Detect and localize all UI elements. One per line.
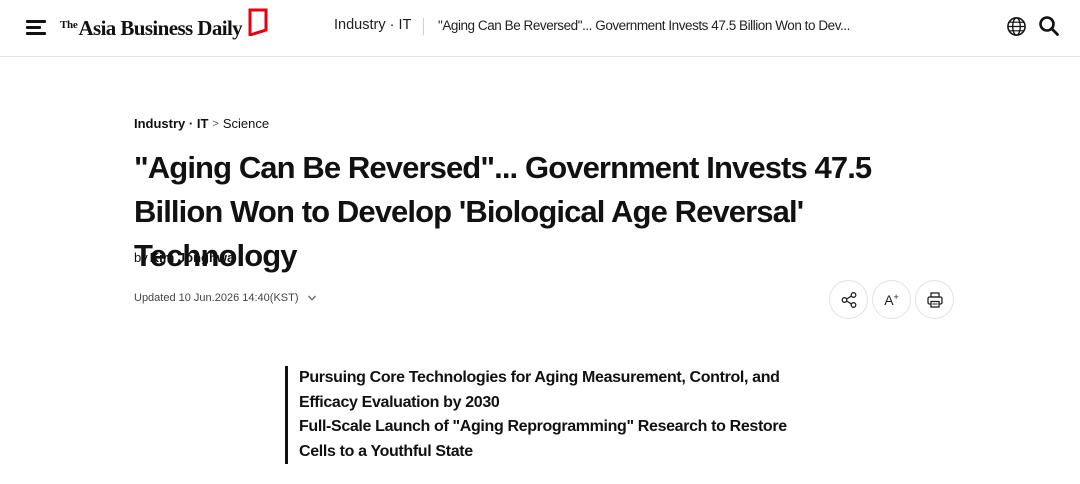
breadcrumb: Industry · IT > Science bbox=[134, 116, 269, 131]
breadcrumb-subcategory[interactable]: Science bbox=[223, 116, 269, 131]
summary-line: Full-Scale Launch of "Aging Reprogrammin… bbox=[299, 418, 787, 460]
font-size-plus: + bbox=[893, 291, 899, 302]
summary-line: Pursuing Core Technologies for Aging Mea… bbox=[299, 369, 780, 411]
nav-article-title: "Aging Can Be Reversed"... Government In… bbox=[438, 18, 850, 33]
print-button[interactable] bbox=[915, 280, 954, 319]
logo-mark-icon bbox=[248, 8, 268, 36]
author-name[interactable]: Kim Jonghwa bbox=[150, 250, 235, 265]
font-size-label: A bbox=[884, 291, 894, 308]
top-header: TheAsia Business Daily Industry · IT "Ag… bbox=[0, 0, 1080, 57]
font-size-button[interactable]: A + bbox=[872, 280, 911, 319]
byline-prefix: by bbox=[134, 250, 148, 265]
hamburger-menu-icon[interactable] bbox=[26, 18, 46, 36]
byline: by Kim Jonghwa bbox=[134, 250, 234, 265]
share-icon bbox=[841, 291, 856, 308]
updated-text: Updated 10 Jun.2026 14:40(KST) bbox=[134, 292, 299, 304]
article-headline: "Aging Can Be Reversed"... Government In… bbox=[134, 150, 872, 273]
globe-icon[interactable] bbox=[1006, 16, 1027, 37]
nav-divider bbox=[423, 18, 424, 35]
nav-section-link[interactable]: Industry · IT bbox=[334, 17, 411, 33]
site-logo[interactable]: TheAsia Business Daily bbox=[60, 8, 268, 44]
chevron-right-icon: > bbox=[212, 118, 219, 130]
chevron-down-icon bbox=[307, 295, 316, 301]
printer-icon bbox=[926, 291, 943, 308]
article-summary: Pursuing Core Technologies for Aging Mea… bbox=[285, 366, 805, 464]
share-button[interactable] bbox=[829, 280, 868, 319]
updated-timestamp[interactable]: Updated 10 Jun.2026 14:40(KST) bbox=[134, 292, 317, 304]
search-icon[interactable] bbox=[1038, 15, 1060, 37]
breadcrumb-category[interactable]: Industry · IT bbox=[134, 116, 208, 131]
logo-text: TheAsia Business Daily bbox=[60, 16, 243, 40]
